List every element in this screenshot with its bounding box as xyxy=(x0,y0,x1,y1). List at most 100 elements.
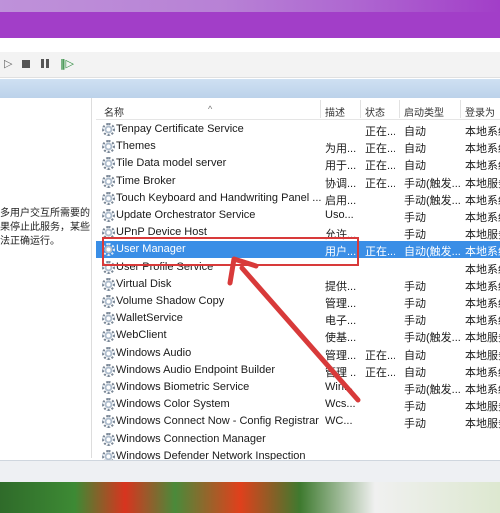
column-log-on-as[interactable]: 登录为 xyxy=(465,104,495,119)
service-status: 正在... xyxy=(365,366,395,379)
service-row[interactable]: Tenpay Certificate Service 正在... 自动 本地系统 xyxy=(96,121,500,138)
column-description[interactable]: 描述 xyxy=(325,104,345,119)
service-desc: 管理... xyxy=(325,349,357,362)
background-flowers xyxy=(0,482,500,513)
service-gear-icon xyxy=(102,123,115,136)
service-startup-type: 手动 xyxy=(404,401,426,414)
service-gear-icon xyxy=(102,312,115,326)
service-row[interactable]: WebClient 使基... 手动(触发... 本地服务 xyxy=(96,327,500,344)
service-gear-icon xyxy=(102,449,115,460)
column-header: ^ 名称 描述 状态 启动类型 登录为 xyxy=(96,98,500,120)
service-row[interactable]: Windows Connect Now - Config Registrar WC… xyxy=(96,413,500,430)
service-log-on-as: 本地系统 xyxy=(465,263,500,276)
service-row[interactable]: Windows Audio Endpoint Builder 管理 ... 正在..… xyxy=(96,362,500,379)
service-gear-icon xyxy=(102,140,115,154)
service-name: Tile Data model server xyxy=(116,157,227,170)
service-desc: 提供... xyxy=(325,280,357,293)
service-row[interactable]: Tile Data model server 用于... 正在... 自动 本地系统 xyxy=(96,155,500,172)
description-pane xyxy=(0,98,92,458)
service-row[interactable]: Time Broker 协调... 正在... 手动(触发... 本地服务 xyxy=(96,173,500,190)
service-row[interactable]: Windows Connection Manager xyxy=(96,431,500,448)
service-log-on-as: 本地系统 xyxy=(465,143,500,156)
service-desc: Win... xyxy=(325,381,354,393)
service-gear-icon xyxy=(102,329,115,343)
service-name: Windows Biometric Service xyxy=(116,381,250,393)
service-name: Touch Keyboard and Handwriting Panel ... xyxy=(116,191,322,204)
service-name: WalletService xyxy=(116,312,183,325)
service-name: WebClient xyxy=(116,329,167,342)
service-row[interactable]: Virtual Disk 提供... 手动 本地系统 xyxy=(96,276,500,293)
service-row[interactable]: Touch Keyboard and Handwriting Panel ...… xyxy=(96,190,500,207)
service-startup-type: 自动 xyxy=(404,143,426,156)
services-header-band xyxy=(0,79,500,98)
service-startup-type: 自动 xyxy=(404,366,426,379)
column-separator[interactable] xyxy=(399,100,400,118)
service-description: 多用户交互所需要的 果停止此服务，某些 法正确运行。 xyxy=(0,208,90,247)
service-status: 正在... xyxy=(365,143,395,156)
service-gear-icon xyxy=(102,398,115,412)
column-startup-type[interactable]: 启动类型 xyxy=(404,104,444,119)
service-desc: 为用... xyxy=(325,143,357,156)
service-gear-icon xyxy=(102,191,115,205)
service-log-on-as: 本地系统 xyxy=(465,160,500,173)
service-log-on-as: 本地服务 xyxy=(465,177,500,190)
start-service-icon[interactable]: ▷ xyxy=(4,57,12,71)
service-row[interactable]: Windows Color System Wcs... 手动 本地服务 xyxy=(96,396,500,413)
service-startup-type: 手动(触发... xyxy=(404,384,460,396)
service-row[interactable]: Themes 为用... 正在... 自动 本地系统 xyxy=(96,138,500,155)
service-startup-type: 自动(触发... xyxy=(404,246,460,259)
window-top-strip xyxy=(0,38,500,52)
service-log-on-as: 本地系统 xyxy=(465,384,500,396)
service-row[interactable]: Windows Audio 管理... 正在... 自动 本地服务 xyxy=(96,345,500,362)
service-name: Tenpay Certificate Service xyxy=(116,123,244,135)
highlight-box xyxy=(102,237,359,266)
service-row[interactable]: Volume Shadow Copy 管理... 手动 本地系统 xyxy=(96,293,500,310)
column-separator[interactable] xyxy=(320,100,321,118)
service-row[interactable]: WalletService 电子... 手动 本地系统 xyxy=(96,310,500,327)
service-startup-type: 手动 xyxy=(404,212,426,224)
service-name: Windows Defender Network Inspection xyxy=(116,449,306,460)
service-gear-icon xyxy=(102,346,115,360)
service-status: 正在... xyxy=(365,349,395,362)
service-gear-icon xyxy=(102,295,115,308)
service-name: Windows Connection Manager xyxy=(116,432,266,445)
column-status[interactable]: 状态 xyxy=(365,104,385,119)
service-startup-type: 自动 xyxy=(404,349,426,362)
service-gear-icon xyxy=(102,174,115,188)
stop-service-icon[interactable] xyxy=(22,60,30,68)
service-gear-icon xyxy=(102,157,115,171)
service-status: 正在... xyxy=(365,126,395,138)
service-name: Volume Shadow Copy xyxy=(116,295,225,307)
service-startup-type: 手动 xyxy=(404,418,426,431)
service-row[interactable]: Update Orchestrator Service Uso... 手动 本地系统 xyxy=(96,207,500,224)
service-desc: 启用... xyxy=(325,194,357,207)
service-row[interactable]: Windows Biometric Service Win... 手动(触发... 本… xyxy=(96,379,500,396)
service-log-on-as: 本地服务 xyxy=(465,401,500,414)
service-log-on-as: 本地系统 xyxy=(465,280,500,293)
service-status: 正在... xyxy=(365,160,395,173)
column-separator[interactable] xyxy=(360,100,361,118)
service-name: Time Broker xyxy=(116,174,176,187)
service-gear-icon xyxy=(102,209,115,222)
service-startup-type: 手动 xyxy=(404,280,426,293)
column-name[interactable]: 名称 xyxy=(104,104,124,119)
service-status: 正在... xyxy=(365,177,395,190)
service-desc: 管理 ... xyxy=(325,366,357,379)
service-desc: 管理... xyxy=(325,298,357,310)
service-log-on-as: 本地服务 xyxy=(465,332,500,345)
pause-service-icon[interactable] xyxy=(41,59,49,68)
services-list: ^ 名称 描述 状态 启动类型 登录为 Tenpay Certificate S… xyxy=(96,98,500,460)
sort-arrow-icon: ^ xyxy=(208,104,213,114)
service-startup-type: 手动(触发... xyxy=(404,332,460,345)
service-log-on-as: 本地系统 xyxy=(465,246,500,259)
service-desc: Wcs... xyxy=(325,398,356,411)
service-name: Windows Audio xyxy=(116,346,192,359)
restart-service-icon[interactable]: ‖▷ xyxy=(60,57,74,71)
service-log-on-as: 本地系统 xyxy=(465,366,500,379)
service-gear-icon xyxy=(102,415,115,429)
service-row[interactable]: Windows Defender Network Inspection xyxy=(96,448,500,460)
column-separator[interactable] xyxy=(460,100,461,118)
service-gear-icon xyxy=(102,277,115,291)
service-name: Windows Audio Endpoint Builder xyxy=(116,363,275,376)
service-name: Virtual Disk xyxy=(116,277,172,290)
